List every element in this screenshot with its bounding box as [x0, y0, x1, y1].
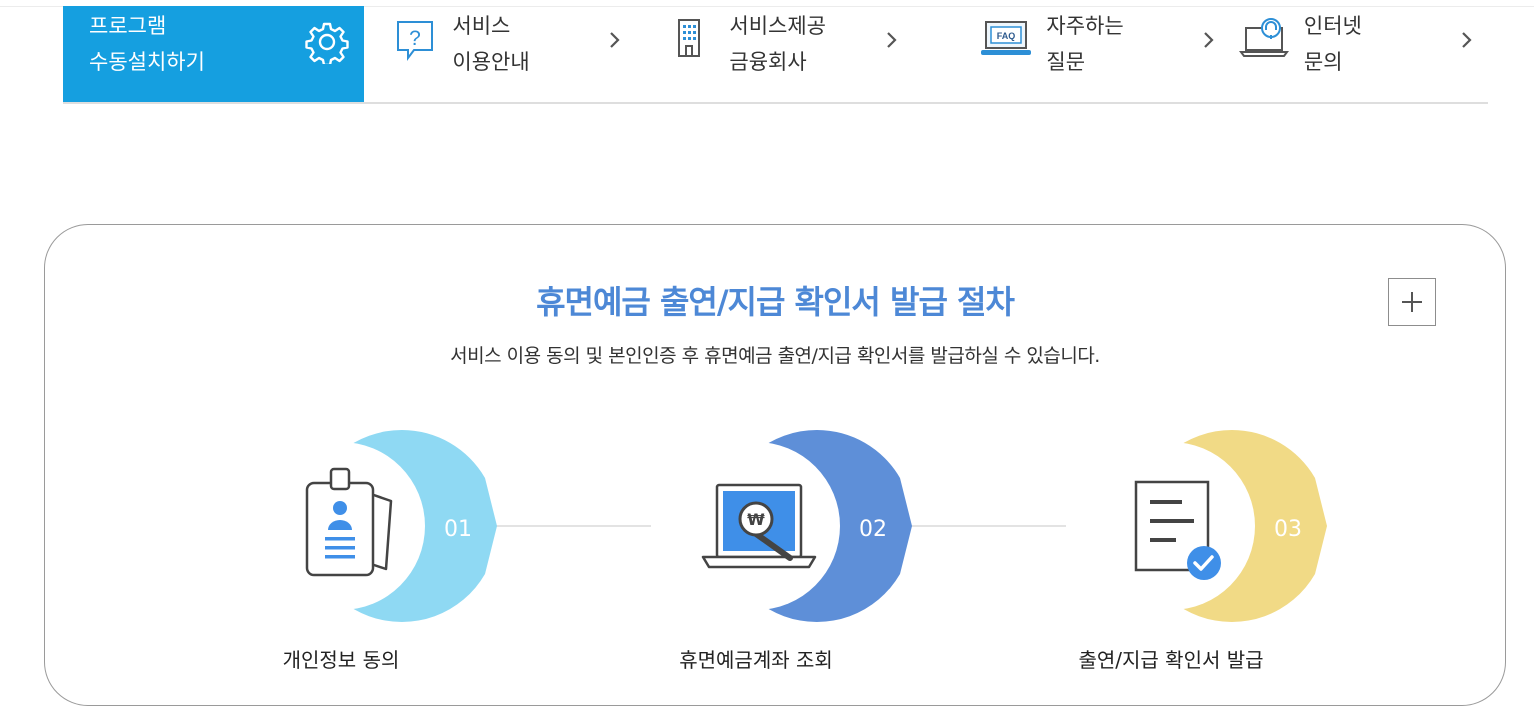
manual-install-line1: 프로그램 [89, 14, 167, 38]
financial-companies-label: 서비스제공 금융회사 [729, 8, 826, 80]
financial-companies-line1: 서비스제공 [729, 14, 826, 38]
step-01-label: 개인정보 동의 [282, 648, 400, 672]
gear-icon [305, 22, 349, 64]
online-inquiry-link[interactable]: 인터넷 문의 [1216, 6, 1488, 102]
manual-install-button[interactable]: 프로그램 수동설치하기 [63, 6, 365, 102]
service-guide-label: 서비스 이용안내 [452, 8, 529, 80]
faq-link[interactable]: FAQ 자주하는 질문 [958, 6, 1216, 102]
step-number: 01 [444, 517, 472, 542]
svg-text:₩: ₩ [747, 510, 765, 529]
online-inquiry-label: 인터넷 문의 [1304, 8, 1362, 80]
headset-laptop-icon [1238, 18, 1289, 57]
chevron-right-icon [1462, 32, 1472, 48]
service-guide-link[interactable]: ? 서비스 이용안내 [364, 6, 641, 102]
building-icon [678, 19, 701, 57]
manual-install-label: 프로그램 수동설치하기 [89, 8, 205, 80]
svg-text:FAQ: FAQ [997, 31, 1016, 41]
faq-line2: 질문 [1046, 50, 1086, 74]
step-number: 02 [859, 517, 887, 542]
step-03-label: 출연/지급 확인서 발급 [1078, 648, 1264, 672]
document-check-icon [1134, 480, 1221, 580]
faq-line1: 자주하는 [1046, 14, 1124, 38]
laptop-search-won-icon: ₩ [701, 483, 817, 569]
service-guide-line2: 이용안내 [452, 50, 530, 74]
svg-text:?: ? [410, 27, 422, 50]
chevron-right-icon [610, 32, 620, 48]
online-inquiry-line1: 인터넷 [1303, 14, 1362, 38]
chevron-right-icon [1204, 32, 1214, 48]
financial-companies-line2: 금융회사 [729, 50, 807, 74]
question-bubble-icon: ? [397, 21, 434, 61]
online-inquiry-line2: 문의 [1303, 50, 1343, 74]
quick-menu: 프로그램 수동설치하기 ? 서비스 이용안내 서비스제공 금융회사 FAQ 자주… [63, 6, 1488, 104]
step-02-label: 휴면예금계좌 조회 [679, 648, 833, 672]
financial-companies-link[interactable]: 서비스제공 금융회사 [641, 6, 958, 102]
step-number: 03 [1274, 517, 1302, 542]
faq-laptop-icon: FAQ [981, 21, 1032, 55]
steps-diagram: 01 02 ₩ 03 [257, 429, 1327, 622]
chevron-right-icon [887, 32, 897, 48]
service-guide-line1: 서비스 [452, 14, 511, 38]
manual-install-line2: 수동설치하기 [89, 50, 205, 74]
faq-label: 자주하는 질문 [1046, 8, 1123, 80]
issuance-procedure-card: 휴면예금 출연/지급 확인서 발급 절차 서비스 이용 동의 및 본인인증 후 … [44, 224, 1506, 706]
